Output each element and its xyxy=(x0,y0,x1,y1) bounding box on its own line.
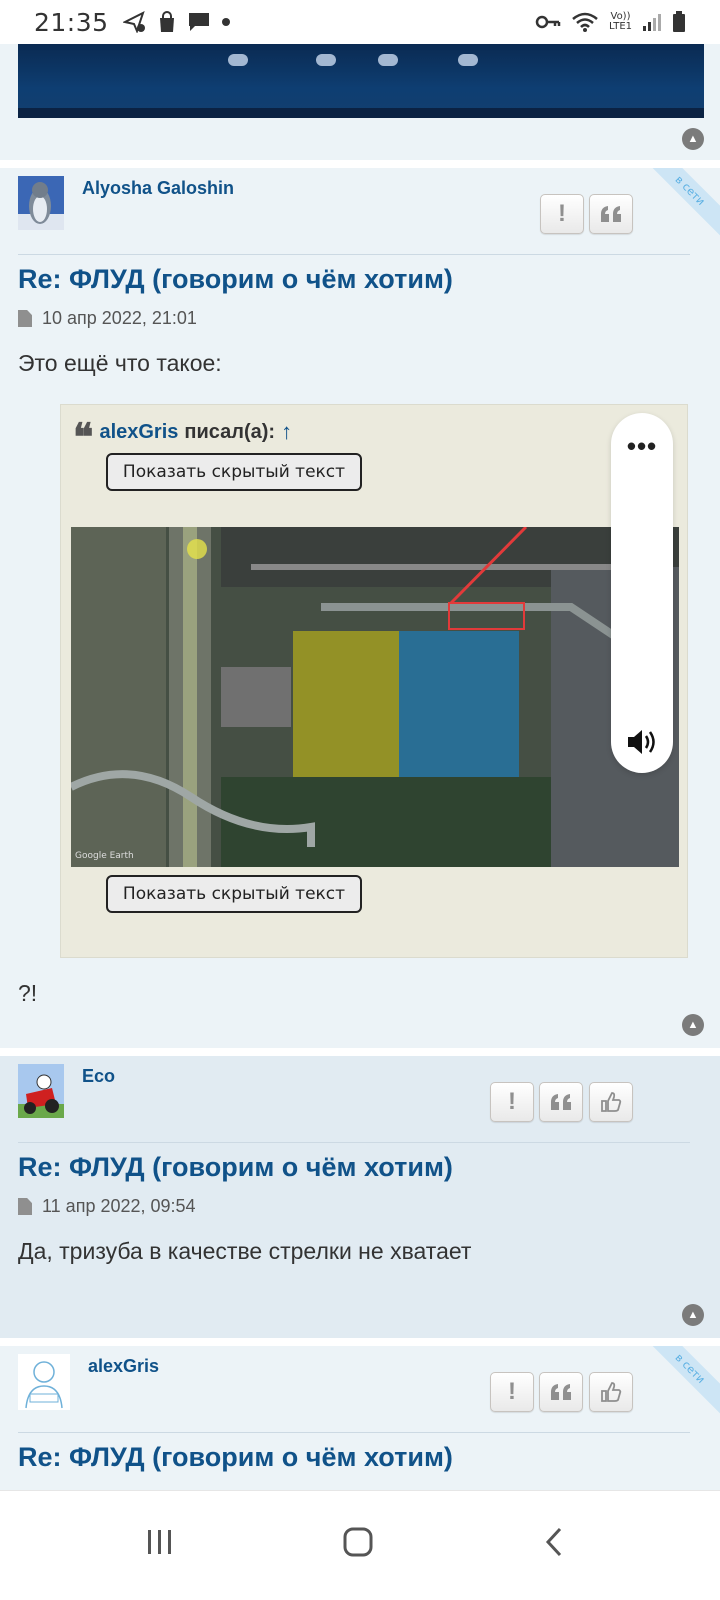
post-author[interactable]: alexGris xyxy=(88,1356,159,1377)
key-icon xyxy=(535,15,561,29)
quote-mark-icon: ❝ xyxy=(73,414,94,459)
quote-block: ❝ alexGris писал(а): ↑ Показать скрытый … xyxy=(60,404,688,958)
volume-icon[interactable] xyxy=(625,725,659,759)
status-left-icons xyxy=(122,11,231,33)
post-alexgris: alexGris ! в сети Re: ФЛУД (говорим о чё… xyxy=(0,1346,720,1490)
quote-icon xyxy=(551,1384,571,1400)
home-icon xyxy=(343,1527,373,1557)
media-control-panel: ••• xyxy=(611,413,673,773)
like-button[interactable] xyxy=(589,1082,633,1122)
quote-icon xyxy=(601,206,621,222)
system-navigation-bar xyxy=(0,1490,720,1600)
post-date: 11 апр 2022, 09:54 xyxy=(42,1196,196,1216)
quote-button[interactable] xyxy=(539,1372,583,1412)
shopping-bag-icon xyxy=(159,11,174,32)
wifi-icon xyxy=(572,12,598,32)
post-separator xyxy=(0,1048,720,1056)
post-author[interactable]: Alyosha Galoshin xyxy=(82,178,234,199)
post-text-after: ?! xyxy=(18,980,38,1006)
online-ribbon: в сети xyxy=(650,1346,720,1416)
post-divider xyxy=(18,1432,690,1433)
status-right-icons: Vo)) LTE1 xyxy=(535,11,686,33)
chat-bubble-icon xyxy=(188,13,209,31)
post-text: Да, тризуба в качестве стрелки не хватае… xyxy=(18,1238,472,1264)
status-time: 21:35 xyxy=(34,7,109,37)
previous-post-tail: ▲ xyxy=(0,44,720,160)
thumbs-up-icon xyxy=(601,1092,622,1112)
post-divider xyxy=(18,1142,690,1143)
post-title[interactable]: Re: ФЛУД (говорим о чём хотим) xyxy=(18,1442,453,1473)
post-divider xyxy=(18,254,690,255)
post-title[interactable]: Re: ФЛУД (говорим о чём хотим) xyxy=(18,1152,453,1183)
post-date: 10 апр 2022, 21:01 xyxy=(42,308,197,328)
back-to-top-icon[interactable]: ▲ xyxy=(682,1014,704,1036)
post-separator xyxy=(0,1338,720,1346)
quote-button[interactable] xyxy=(539,1082,583,1122)
back-to-top-icon[interactable]: ▲ xyxy=(682,1304,704,1326)
show-hidden-text-button-2[interactable]: Показать скрытый текст xyxy=(106,875,362,913)
quote-button[interactable] xyxy=(589,194,633,234)
post-meta: 11 апр 2022, 09:54 xyxy=(18,1196,196,1217)
post-meta: 10 апр 2022, 21:01 xyxy=(18,308,197,329)
back-to-top-icon[interactable]: ▲ xyxy=(682,128,704,150)
like-button[interactable] xyxy=(589,1372,633,1412)
post-author[interactable]: Eco xyxy=(82,1066,115,1087)
post-separator xyxy=(0,160,720,168)
report-button[interactable]: ! xyxy=(540,194,584,234)
post-text: Это ещё что такое: xyxy=(18,350,222,376)
more-options-icon[interactable]: ••• xyxy=(611,431,673,462)
quote-header: ❝ alexGris писал(а): ↑ xyxy=(73,414,292,459)
quote-source-arrow[interactable]: ↑ xyxy=(281,419,292,445)
quote-author[interactable]: alexGris xyxy=(99,421,178,444)
network-label: Vo)) LTE1 xyxy=(609,11,632,32)
recent-apps-icon xyxy=(148,1530,171,1554)
battery-icon xyxy=(673,11,685,32)
document-icon[interactable] xyxy=(18,1198,32,1215)
image-credit: Google Earth xyxy=(75,851,134,861)
back-icon xyxy=(545,1527,562,1557)
navigation-check-icon xyxy=(122,11,145,33)
dot-icon xyxy=(221,18,230,26)
report-button[interactable]: ! xyxy=(490,1372,534,1412)
home-button[interactable] xyxy=(328,1517,388,1567)
report-button[interactable]: ! xyxy=(490,1082,534,1122)
satellite-image-graphic xyxy=(71,527,679,867)
quote-icon xyxy=(551,1094,571,1110)
avatar xyxy=(18,176,64,230)
thumbs-up-icon xyxy=(601,1382,622,1402)
back-button[interactable] xyxy=(524,1517,584,1567)
document-icon[interactable] xyxy=(18,310,32,327)
post-title[interactable]: Re: ФЛУД (говорим о чём хотим) xyxy=(18,264,453,295)
recent-apps-button[interactable] xyxy=(130,1517,190,1567)
status-bar: 21:35 Vo)) LTE1 xyxy=(0,0,720,44)
show-hidden-text-button[interactable]: Показать скрытый текст xyxy=(106,453,362,491)
signal-icon xyxy=(643,14,661,31)
previous-post-image xyxy=(18,44,704,118)
satellite-image: Google Earth xyxy=(71,527,679,867)
online-ribbon: в сети xyxy=(650,168,720,238)
quote-wrote: писал(а): xyxy=(184,420,276,443)
avatar xyxy=(18,1064,64,1118)
avatar xyxy=(18,1354,70,1410)
post-eco: Eco ! Re: ФЛУД (говорим о чём хотим) 11 … xyxy=(0,1056,720,1338)
